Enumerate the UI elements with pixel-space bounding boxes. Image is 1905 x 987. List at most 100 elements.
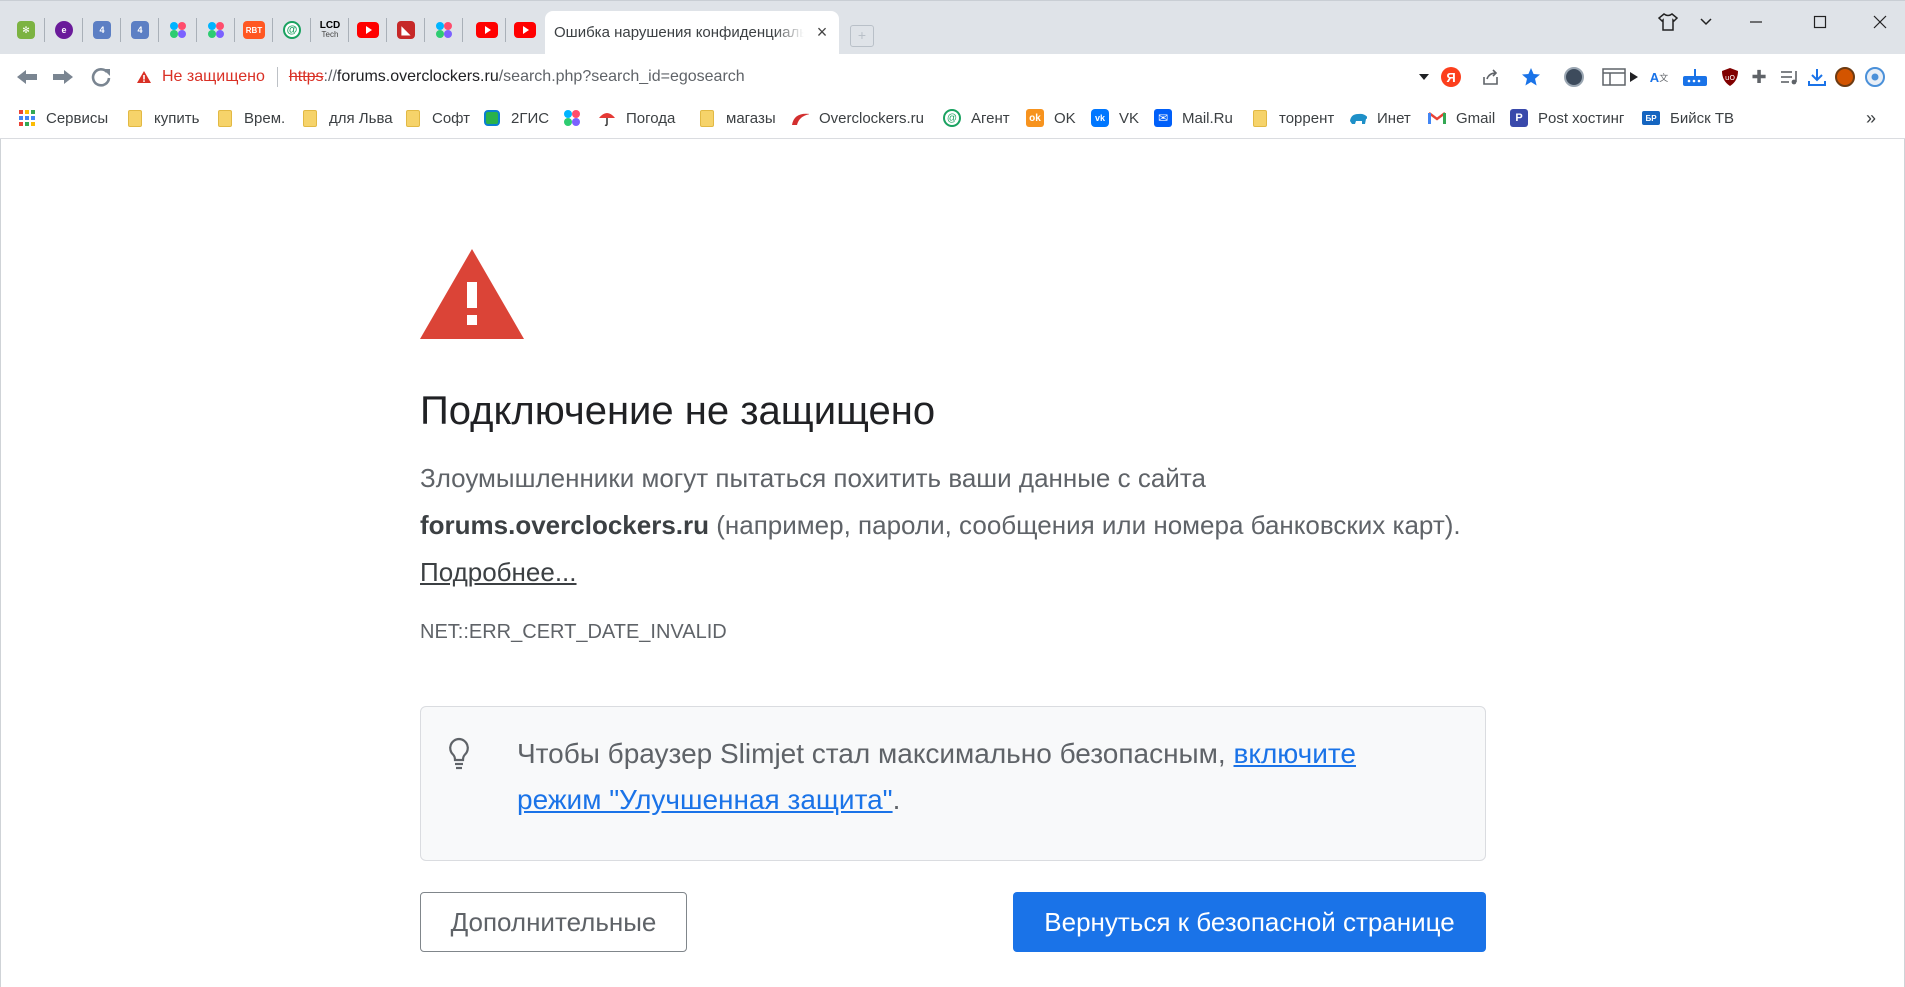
shirt-icon[interactable] bbox=[1648, 9, 1688, 35]
bookmark-services[interactable]: Сервисы bbox=[18, 107, 108, 129]
bookmark-label: OK bbox=[1054, 109, 1076, 127]
bookmark-label: Софт bbox=[432, 109, 471, 127]
reader-4-icon: 4 bbox=[131, 21, 149, 39]
new-tab-button[interactable]: + bbox=[850, 25, 874, 47]
bookmark-star-icon[interactable] bbox=[1520, 66, 1542, 88]
bookmarks-overflow-button[interactable]: » bbox=[1866, 107, 1876, 129]
learn-more-link[interactable]: Подробнее... bbox=[420, 557, 577, 587]
pinned-tab[interactable] bbox=[166, 18, 190, 42]
close-window-button[interactable] bbox=[1860, 9, 1900, 35]
colored-dots-icon bbox=[436, 22, 452, 38]
bookmark-label: Gmail bbox=[1456, 109, 1496, 127]
colored-dots-icon bbox=[170, 22, 186, 38]
bookmark-label: торрент bbox=[1279, 109, 1335, 127]
forward-arrow-icon bbox=[53, 70, 73, 84]
share-icon[interactable] bbox=[1480, 66, 1502, 88]
pinned-tab[interactable] bbox=[475, 18, 499, 42]
advanced-button[interactable]: Дополнительные bbox=[420, 892, 687, 952]
bear-icon bbox=[1349, 109, 1367, 127]
pinned-tab[interactable]: LCD Tech bbox=[318, 18, 342, 42]
reload-button[interactable] bbox=[88, 64, 114, 90]
bookmark-2gis[interactable]: 2ГИС bbox=[483, 107, 549, 129]
folder-icon bbox=[1251, 109, 1269, 127]
gear-flower-icon: ✻ bbox=[17, 21, 35, 39]
bookmark-folder-shops[interactable]: магазы bbox=[698, 107, 776, 129]
url-separator: :// bbox=[323, 68, 337, 85]
bookmark-post-hosting[interactable]: P Post хостинг bbox=[1510, 107, 1624, 129]
forward-button[interactable] bbox=[50, 64, 76, 90]
tab-separator bbox=[44, 18, 45, 42]
bookmark-label: Агент bbox=[971, 109, 1010, 127]
bookmark-ok[interactable]: ok OK bbox=[1026, 107, 1076, 129]
reload-icon bbox=[91, 68, 111, 87]
youtube-icon bbox=[357, 22, 379, 38]
bookmark-weather[interactable]: Погода bbox=[598, 107, 675, 129]
active-tab-title: Ошибка нарушения конфиденциальности bbox=[554, 24, 804, 41]
apps-grid-icon bbox=[18, 109, 36, 127]
bookmark-biysk-tv[interactable]: БР Бийск ТВ bbox=[1642, 107, 1734, 129]
playlist-icon[interactable] bbox=[1779, 66, 1801, 88]
bookmark-vk[interactable]: vk VK bbox=[1091, 107, 1139, 129]
extensions-puzzle-icon[interactable]: ✚ bbox=[1748, 66, 1770, 88]
bookmark-folder-lev[interactable]: для Льва bbox=[301, 107, 393, 129]
yandex-icon[interactable]: Я bbox=[1440, 66, 1462, 88]
promo-text-lead: Чтобы браузер Slimjet стал максимально б… bbox=[517, 738, 1226, 769]
pinned-tab[interactable]: @ bbox=[280, 18, 304, 42]
bookmark-folder-buy[interactable]: купить bbox=[126, 107, 199, 129]
bookmark-dots[interactable] bbox=[563, 107, 581, 129]
sidebar-panel-icon[interactable] bbox=[1601, 66, 1627, 88]
play-triangle-icon[interactable] bbox=[1629, 66, 1639, 88]
bookmark-folder-soft[interactable]: Софт bbox=[404, 107, 470, 129]
back-button[interactable] bbox=[14, 64, 40, 90]
close-tab-icon[interactable]: × bbox=[813, 23, 831, 41]
pinned-tab[interactable] bbox=[356, 18, 380, 42]
pinned-tab[interactable]: RBT bbox=[242, 18, 266, 42]
chevron-down-icon[interactable] bbox=[1686, 9, 1726, 35]
extension-char-icon[interactable] bbox=[1834, 66, 1856, 88]
pinned-tab[interactable] bbox=[432, 18, 456, 42]
error-code: NET::ERR_CERT_DATE_INVALID bbox=[420, 621, 727, 643]
biysk-tv-icon: БР bbox=[1642, 109, 1660, 127]
bookmark-gmail[interactable]: Gmail bbox=[1428, 107, 1495, 129]
security-indicator[interactable]: Не защищено bbox=[136, 68, 265, 86]
touch-extension-icon[interactable] bbox=[1563, 66, 1585, 88]
download-icon[interactable] bbox=[1806, 66, 1828, 88]
tab-separator bbox=[424, 18, 425, 42]
omnibox-dropdown-icon[interactable] bbox=[1413, 66, 1435, 88]
pinned-tab[interactable] bbox=[204, 18, 228, 42]
folder-icon bbox=[404, 109, 422, 127]
svg-text:uO: uO bbox=[1725, 74, 1735, 82]
enhanced-protection-promo: Чтобы браузер Slimjet стал максимально б… bbox=[420, 706, 1486, 861]
pinned-tab[interactable] bbox=[513, 18, 537, 42]
translate-icon[interactable]: A文 bbox=[1648, 66, 1670, 88]
bookmark-label: магазы bbox=[726, 109, 776, 127]
bookmark-mailru[interactable]: ✉ Mail.Ru bbox=[1154, 107, 1233, 129]
pinned-tab[interactable]: 4 bbox=[128, 18, 152, 42]
colored-dots-icon bbox=[563, 109, 581, 127]
bookmark-folder-torrent[interactable]: торрент bbox=[1251, 107, 1334, 129]
address-bar[interactable]: Не защищено https://forums.overclockers.… bbox=[124, 60, 1560, 94]
2gis-icon bbox=[483, 109, 501, 127]
bookmark-folder-temp[interactable]: Врем. bbox=[216, 107, 285, 129]
minimize-button[interactable] bbox=[1736, 9, 1776, 35]
pinned-tab[interactable]: e bbox=[52, 18, 76, 42]
back-to-safety-button[interactable]: Вернуться к безопасной странице bbox=[1013, 892, 1486, 952]
active-tab[interactable]: Ошибка нарушения конфиденциальности × bbox=[545, 11, 839, 55]
bookmark-inet[interactable]: Инет bbox=[1349, 107, 1411, 129]
lcd-tech-subtext: Tech bbox=[321, 30, 339, 39]
bookmark-label: Инет bbox=[1377, 109, 1411, 127]
router-icon[interactable] bbox=[1681, 66, 1709, 88]
pinned-tab[interactable]: 4 bbox=[90, 18, 114, 42]
bookmark-overclockers[interactable]: Overclockers.ru bbox=[791, 107, 924, 129]
bookmark-agent[interactable]: @ Агент bbox=[943, 107, 1010, 129]
tab-separator bbox=[505, 18, 506, 42]
address-divider bbox=[276, 67, 278, 87]
maximize-button[interactable] bbox=[1800, 9, 1840, 35]
bookmark-label: купить bbox=[154, 109, 200, 127]
ublock-origin-icon[interactable]: uO bbox=[1719, 66, 1741, 88]
pinned-tab[interactable]: ◣ bbox=[394, 18, 418, 42]
folder-icon bbox=[126, 109, 144, 127]
pinned-tab[interactable]: ✻ bbox=[14, 18, 38, 42]
vk-icon: vk bbox=[1091, 109, 1109, 127]
settings-gear-icon[interactable] bbox=[1864, 66, 1886, 88]
